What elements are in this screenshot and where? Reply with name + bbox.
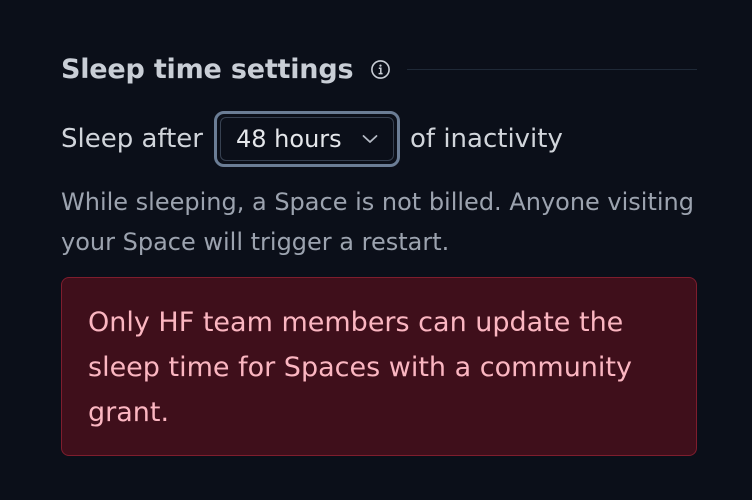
info-icon[interactable] (370, 59, 391, 80)
inactivity-label: of inactivity (410, 124, 563, 154)
sleep-after-row: Sleep after 48 hours of inactivity (61, 108, 563, 170)
sleep-help-text: While sleeping, a Space is not billed. A… (61, 188, 694, 256)
section-header: Sleep time settings (61, 48, 697, 90)
sleep-time-select[interactable]: 48 hours (220, 117, 394, 161)
sleep-time-select-focus-ring: 48 hours (214, 111, 400, 167)
chevron-down-icon (361, 130, 379, 148)
alert-message: Only HF team members can update the slee… (88, 307, 632, 428)
section-title: Sleep time settings (61, 53, 354, 85)
community-grant-alert: Only HF team members can update the slee… (61, 277, 697, 456)
section-divider (407, 68, 697, 70)
sleep-after-label: Sleep after (61, 124, 203, 154)
sleep-time-settings-section: Sleep time settings Sleep after 48 hours… (61, 48, 697, 256)
sleep-time-selected-value: 48 hours (236, 125, 342, 153)
